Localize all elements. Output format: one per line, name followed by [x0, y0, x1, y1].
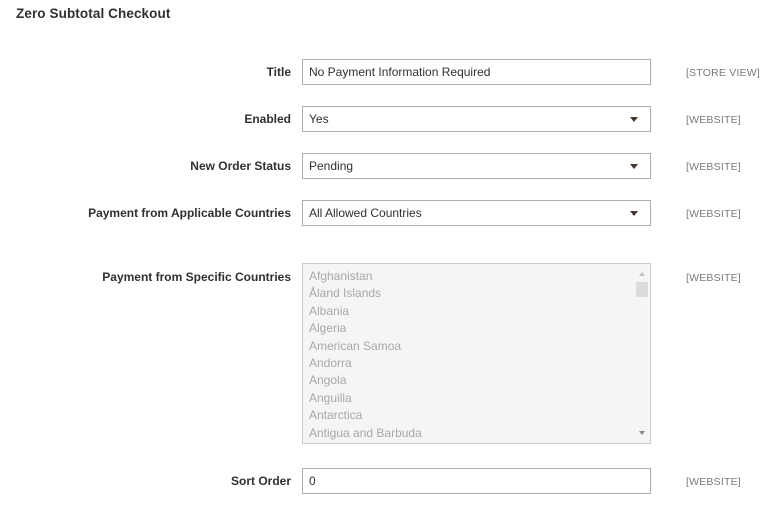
title-label: Title	[266, 65, 291, 79]
section-title: Zero Subtotal Checkout	[16, 6, 171, 21]
country-option: Anguilla	[309, 390, 352, 405]
country-option: Antarctica	[309, 408, 363, 423]
country-option: Antigua and Barbuda	[309, 425, 422, 440]
title-scope: [STORE VIEW]	[686, 67, 760, 79]
enabled-scope: [WEBSITE]	[686, 114, 741, 126]
applicable-countries-scope: [WEBSITE]	[686, 208, 741, 220]
country-option: Andorra	[309, 355, 352, 370]
scrollbar[interactable]	[636, 266, 648, 441]
country-option: Algeria	[309, 321, 347, 336]
country-option: American Samoa	[309, 338, 402, 353]
country-options-list: Afghanistan Åland Islands Albania Algeri…	[309, 268, 422, 442]
country-option: Albania	[309, 303, 350, 318]
chevron-down-icon	[618, 107, 650, 131]
country-option: Angola	[309, 373, 347, 388]
specific-countries-label: Payment from Specific Countries	[102, 270, 291, 284]
new-order-status-scope: [WEBSITE]	[686, 161, 741, 173]
country-option: Åland Islands	[309, 286, 382, 301]
applicable-countries-select[interactable]: All Allowed Countries	[302, 200, 651, 226]
scroll-up-arrow-icon[interactable]	[639, 272, 645, 276]
sort-order-value: 0	[309, 474, 316, 488]
new-order-status-value: Pending	[309, 159, 354, 173]
title-input-value: No Payment Information Required	[309, 65, 491, 79]
sort-order-scope: [WEBSITE]	[686, 476, 741, 488]
chevron-down-icon	[618, 201, 650, 225]
chevron-down-icon	[618, 154, 650, 178]
enabled-select[interactable]: Yes	[302, 106, 651, 132]
title-input[interactable]: No Payment Information Required	[302, 59, 651, 85]
specific-countries-multiselect[interactable]: Afghanistan Åland Islands Albania Algeri…	[302, 263, 651, 444]
scrollbar-thumb[interactable]	[636, 282, 648, 297]
applicable-countries-label: Payment from Applicable Countries	[88, 206, 291, 220]
new-order-status-label: New Order Status	[190, 159, 291, 173]
applicable-countries-value: All Allowed Countries	[309, 206, 422, 220]
new-order-status-select[interactable]: Pending	[302, 153, 651, 179]
country-option: Afghanistan	[309, 269, 373, 283]
sort-order-label: Sort Order	[230, 474, 291, 488]
sort-order-input[interactable]: 0	[302, 468, 651, 494]
enabled-label: Enabled	[244, 112, 291, 126]
specific-countries-scope: [WEBSITE]	[686, 272, 741, 284]
enabled-select-value: Yes	[309, 112, 329, 126]
scroll-down-arrow-icon[interactable]	[639, 431, 645, 435]
